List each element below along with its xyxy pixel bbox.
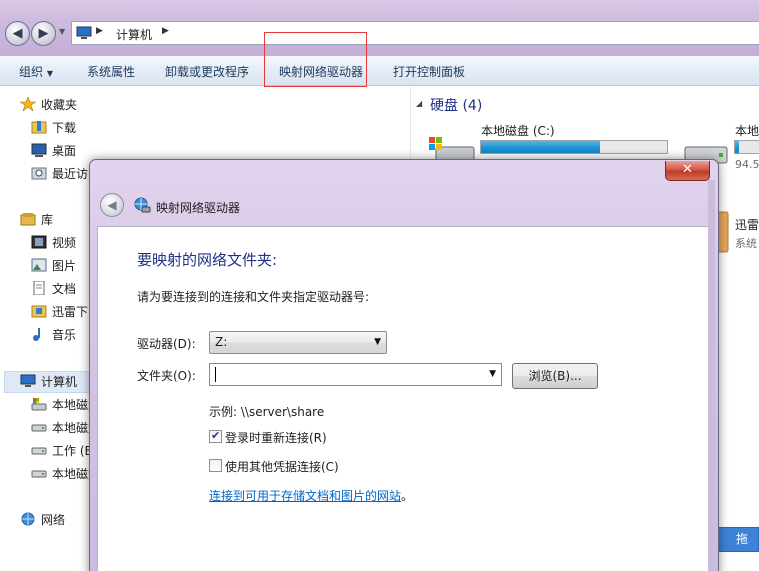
- nav-desktop[interactable]: 桌面: [31, 141, 76, 161]
- drive-d-name[interactable]: 本地: [735, 122, 759, 139]
- drive-d-usage-fill: [735, 141, 739, 153]
- drive-c-usage-bar: [480, 140, 668, 154]
- drive-d-usage-bar: [734, 140, 759, 154]
- desktop-icon: [31, 143, 47, 157]
- picture-icon: [31, 258, 47, 272]
- thunder-drive-sub: 系统: [735, 237, 757, 250]
- connect-website-link[interactable]: 连接到可用于存储文档和图片的网站: [209, 487, 401, 504]
- collapse-caret-icon[interactable]: ◢: [416, 99, 422, 108]
- back-button[interactable]: ◀: [5, 21, 30, 46]
- dialog-back-button[interactable]: ◀: [100, 193, 124, 217]
- computer-icon: [20, 374, 36, 387]
- recent-pages-dropdown[interactable]: ▼: [59, 27, 65, 36]
- browse-button[interactable]: 浏览(B)...: [512, 363, 598, 389]
- nav-network[interactable]: 网络: [20, 510, 65, 530]
- dialog-description: 请为要连接到的连接和文件夹指定驱动器号:: [137, 290, 370, 304]
- back-arrow-icon: ◀: [12, 26, 23, 41]
- nav-favorites[interactable]: 收藏夹: [20, 95, 77, 115]
- nav-downloads[interactable]: 下载: [31, 118, 76, 138]
- video-icon: [31, 235, 47, 249]
- organize-button[interactable]: 组织 ▼: [19, 63, 53, 80]
- map-network-drive-dialog: ✕ ◀ 映射网络驱动器 要映射的网络文件夹: 请为要连接到的连接和文件夹指定驱动…: [89, 159, 719, 571]
- thunder-folder-icon: [31, 305, 47, 318]
- system-drive-icon: [31, 398, 47, 411]
- breadcrumb-computer[interactable]: 计算机: [116, 26, 152, 43]
- nav-music[interactable]: 音乐: [31, 325, 76, 345]
- drive-label: 驱动器(D):: [137, 337, 196, 351]
- command-bar: 组织 ▼ 系统属性 卸载或更改程序 映射网络驱动器 打开控制面板: [0, 56, 759, 86]
- dialog-title: 映射网络驱动器: [156, 201, 241, 215]
- drive-d-size: 94.5: [735, 158, 759, 171]
- open-control-panel-button[interactable]: 打开控制面板: [393, 63, 465, 80]
- folder-icon: [31, 121, 47, 134]
- forward-arrow-icon: ▶: [38, 26, 49, 41]
- hard-disks-group-header[interactable]: 硬盘 (4): [430, 95, 482, 115]
- network-drive-icon: [134, 197, 151, 213]
- drive-icon: [31, 424, 47, 432]
- breadcrumb-separator[interactable]: ▶: [162, 26, 169, 36]
- recent-icon: [31, 167, 47, 180]
- explorer-titlebar: ◀ ▶ ▼ ▶ 计算机 ▶: [0, 0, 759, 56]
- other-credentials-checkbox[interactable]: ✔: [209, 459, 222, 472]
- address-bar[interactable]: ▶ 计算机 ▶: [71, 21, 759, 45]
- uninstall-program-button[interactable]: 卸载或更改程序: [165, 63, 249, 80]
- nav-documents[interactable]: 文档: [31, 279, 76, 299]
- dialog-body: 要映射的网络文件夹: 请为要连接到的连接和文件夹指定驱动器号: 驱动器(D): …: [97, 226, 712, 571]
- forward-button[interactable]: ▶: [31, 21, 56, 46]
- drive-letter-select[interactable]: Z: ▼: [209, 331, 387, 354]
- document-icon: [33, 281, 45, 295]
- nav-work-drive[interactable]: 工作 (E: [31, 441, 92, 461]
- chevron-down-icon[interactable]: ▼: [489, 369, 496, 379]
- drive-icon: [31, 447, 47, 455]
- network-icon: [21, 512, 35, 526]
- explorer-scrollbar-edge: [708, 180, 715, 571]
- back-arrow-icon: ◀: [107, 198, 117, 212]
- chevron-down-icon: ▼: [374, 337, 381, 347]
- link-suffix: 。: [401, 489, 414, 503]
- nav-thunder-downloads[interactable]: 迅雷下: [31, 302, 88, 322]
- text-caret: [215, 367, 216, 382]
- chevron-down-icon: ▼: [46, 69, 53, 78]
- annotation-highlight-box: [264, 32, 367, 87]
- nav-videos[interactable]: 视频: [31, 233, 76, 253]
- other-credentials-label[interactable]: 使用其他凭据连接(C): [225, 458, 339, 475]
- checkmark-icon: ✔: [211, 429, 221, 442]
- system-properties-button[interactable]: 系统属性: [87, 63, 135, 80]
- example-path: 示例: \\server\share: [209, 405, 325, 419]
- dialog-heading: 要映射的网络文件夹:: [137, 251, 278, 269]
- computer-icon: [76, 26, 92, 39]
- reconnect-label[interactable]: 登录时重新连接(R): [225, 429, 327, 446]
- nav-libraries[interactable]: 库: [20, 210, 53, 230]
- nav-computer[interactable]: 计算机: [20, 372, 77, 392]
- thunder-drive-name[interactable]: 迅雷: [735, 216, 759, 233]
- drive-c-usage-fill: [481, 141, 600, 153]
- music-icon: [33, 328, 40, 341]
- drive-c-name[interactable]: 本地磁盘 (C:): [481, 122, 555, 139]
- breadcrumb-separator[interactable]: ▶: [96, 26, 103, 36]
- star-icon: [20, 97, 36, 111]
- nav-pictures[interactable]: 图片: [31, 256, 76, 276]
- close-icon: ✕: [682, 162, 693, 177]
- drive-icon: [31, 470, 47, 478]
- close-button[interactable]: ✕: [665, 161, 710, 181]
- nav-recent[interactable]: 最近访: [31, 164, 88, 184]
- library-icon: [20, 213, 36, 226]
- folder-label: 文件夹(O):: [137, 369, 196, 383]
- reconnect-checkbox[interactable]: ✔: [209, 429, 222, 443]
- folder-combobox[interactable]: ▼: [209, 363, 502, 386]
- drive-letter-value: Z:: [215, 335, 228, 349]
